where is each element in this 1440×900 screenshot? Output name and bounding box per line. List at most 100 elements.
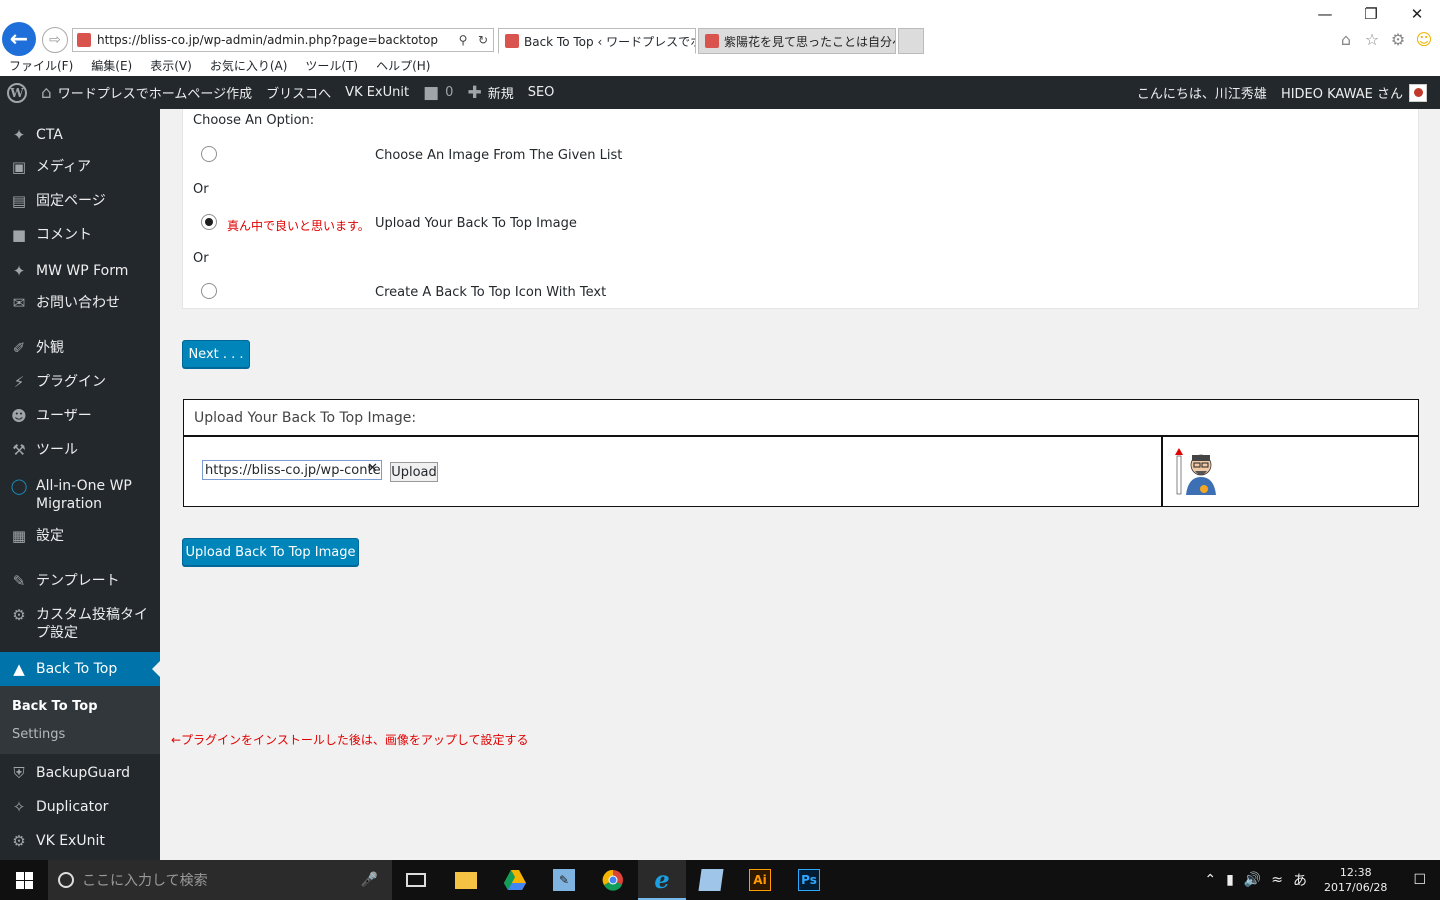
settings-icon: ▦ [11, 527, 27, 545]
sidebar-item-contact[interactable]: ✉ お問い合わせ [0, 294, 160, 312]
share-icon: ✧ [12, 798, 26, 816]
maximize-button[interactable]: ❐ [1348, 0, 1394, 28]
user-account-menu[interactable]: HIDEO KAWAE さん [1274, 76, 1434, 109]
microphone-icon[interactable]: 🎤 [361, 872, 378, 888]
system-tray: ⌃ ▮ 🔊 ≈ あ 12:38 2017/06/28 ☐ [1199, 860, 1440, 900]
comments-link[interactable]: ■ 0 [416, 76, 460, 109]
sidebar-item-label: プラグイン [36, 374, 106, 390]
sidebar-item-template[interactable]: ✎ テンプレート [0, 572, 160, 590]
menu-edit[interactable]: 編集(E) [82, 57, 141, 75]
next-button[interactable]: Next . . . [182, 340, 250, 368]
brush-icon: ✐ [12, 339, 26, 357]
submenu-back-to-top[interactable]: Back To Top [12, 699, 98, 714]
start-button[interactable] [0, 860, 48, 900]
sidebar-item-label: メディア [36, 159, 92, 175]
back-button[interactable]: ← [2, 22, 36, 56]
clear-input-icon[interactable]: ✕ [367, 461, 378, 476]
upload-button[interactable]: Upload [390, 462, 438, 482]
gear-icon[interactable]: ⚙ [1388, 30, 1408, 49]
notepad-app-icon[interactable] [687, 860, 735, 900]
close-window-button[interactable]: ✕ [1394, 0, 1440, 28]
paint-app-icon[interactable]: ✎ [540, 860, 588, 900]
sidebar-item-vk-exunit[interactable]: ⚙ VK ExUnit [0, 832, 160, 850]
battery-icon[interactable]: ▮ [1221, 872, 1239, 888]
internet-explorer-icon[interactable]: e [638, 860, 686, 900]
sidebar-item-plugins[interactable]: ⚡ プラグイン [0, 373, 160, 391]
clock[interactable]: 12:38 2017/06/28 [1312, 865, 1399, 895]
new-content-menu[interactable]: ✚ 新規 [460, 76, 520, 109]
menu-tools[interactable]: ツール(T) [296, 57, 367, 75]
menu-file[interactable]: ファイル(F) [0, 57, 82, 75]
menu-view[interactable]: 表示(V) [141, 57, 201, 75]
image-url-input[interactable]: https://bliss-co.jp/wp-content/uploads/ … [202, 460, 382, 480]
sidebar-item-backupguard[interactable]: ⛨ BackupGuard [0, 764, 160, 782]
option-box: Choose An Option: Choose An Image From T… [182, 109, 1419, 309]
sidebar-item-settings[interactable]: ▦ 設定 [0, 527, 160, 545]
sidebar-item-duplicator[interactable]: ✧ Duplicator [0, 798, 160, 816]
seo-menu[interactable]: SEO [521, 76, 562, 109]
sidebar-item-tools[interactable]: ⚒ ツール [0, 441, 160, 459]
sidebar-submenu: Back To Top Settings [0, 686, 160, 754]
chrome-icon[interactable] [589, 860, 637, 900]
search-icon[interactable]: ⚲ [453, 33, 473, 47]
vk-exunit-link[interactable]: VK ExUnit [338, 76, 416, 109]
task-view-icon[interactable] [392, 860, 440, 900]
new-tab-button[interactable] [898, 28, 924, 54]
action-center-icon[interactable]: ☐ [1399, 872, 1440, 888]
sidebar-item-comments[interactable]: ■ コメント [0, 226, 160, 244]
upload-back-to-top-image-button[interactable]: Upload Back To Top Image [182, 538, 359, 566]
sidebar-item-users[interactable]: ☻ ユーザー [0, 407, 160, 425]
menu-help[interactable]: ヘルプ(H) [367, 57, 439, 75]
sidebar-item-appearance[interactable]: ✐ 外観 [0, 339, 160, 357]
home-icon[interactable]: ⌂ [1336, 30, 1356, 49]
photoshop-icon[interactable]: Ps [785, 860, 833, 900]
refresh-icon[interactable]: ↻ [473, 33, 493, 47]
site-name-menu[interactable]: ⌂ ワードプレスでホームページ作成 [34, 76, 259, 109]
submenu-settings[interactable]: Settings [12, 727, 65, 742]
google-drive-icon[interactable] [491, 860, 539, 900]
ime-indicator[interactable]: あ [1288, 870, 1312, 890]
minimize-button[interactable]: — [1302, 0, 1348, 28]
option-red-note: 真ん中で良いと思います。 [227, 219, 370, 233]
radio-create-text-icon[interactable] [201, 283, 217, 299]
comments-count: 0 [445, 85, 454, 100]
pages-icon: ▤ [11, 192, 27, 210]
taskbar-search[interactable]: ここに入力して検索 🎤 [48, 860, 392, 900]
address-bar[interactable]: https://bliss-co.jp/wp-admin/admin.php?p… [72, 28, 494, 52]
sidebar-item-back-to-top[interactable]: ▲ Back To Top [0, 652, 160, 686]
sidebar-item-media[interactable]: ▣ メディア [0, 158, 160, 176]
sidebar-item-mw-wp-form[interactable]: ✦ MW WP Form [0, 262, 160, 280]
site-favicon-icon [77, 33, 91, 47]
menu-favorites[interactable]: お気に入り(A) [201, 57, 297, 75]
chevron-up-icon[interactable]: ⌃ [1199, 872, 1221, 888]
radio-upload-image[interactable] [201, 214, 217, 230]
site-name: ワードプレスでホームページ作成 [57, 87, 253, 102]
forward-button[interactable]: ⇨ [42, 27, 68, 53]
favorites-star-icon[interactable]: ☆ [1362, 30, 1382, 49]
tab-ajisai[interactable]: 紫陽花を見て思ったことは自分へ... [698, 28, 896, 54]
greeting: こんにちは、川江秀雄 [1130, 76, 1274, 109]
feedback-smiley-icon[interactable]: ☺ [1414, 30, 1434, 49]
wp-logo-menu[interactable]: W [0, 76, 34, 109]
network-icon[interactable]: ≈ [1266, 872, 1288, 888]
sidebar-item-pages[interactable]: ▤ 固定ページ [0, 192, 160, 210]
browser-chrome: — ❐ ✕ ← ⇨ https://bliss-co.jp/wp-admin/a… [0, 0, 1440, 76]
volume-icon[interactable]: 🔊 [1239, 872, 1266, 888]
sidebar-item-label: テンプレート [36, 573, 120, 589]
choose-option-label: Choose An Option: [193, 113, 315, 128]
sidebar-item-custom-post-type[interactable]: ⚙ カスタム投稿タイプ設定 [0, 606, 160, 642]
sidebar-item-label: ツール [36, 442, 78, 458]
bliss-link-label: ブリスコへ [266, 87, 332, 102]
plus-icon: ✚ [467, 82, 482, 103]
sidebar-item-all-in-one-migration[interactable]: ◯ All-in-One WP Migration [0, 477, 160, 513]
tab-back-to-top[interactable]: Back To Top ‹ ワードプレスでホ... × [498, 28, 696, 54]
illustrator-icon[interactable]: Ai [736, 860, 784, 900]
migration-icon: ◯ [10, 477, 28, 495]
address-url[interactable]: https://bliss-co.jp/wp-admin/admin.php?p… [97, 33, 453, 47]
file-explorer-icon[interactable] [442, 860, 490, 900]
bliss-link[interactable]: ブリスコへ [259, 76, 338, 109]
radio-choose-image[interactable] [201, 146, 217, 162]
sidebar-item-cta[interactable]: ✦ CTA [0, 126, 160, 144]
option-upload-image-label: Upload Your Back To Top Image [375, 216, 577, 231]
greeting-text: こんにちは、川江秀雄 [1136, 87, 1267, 102]
